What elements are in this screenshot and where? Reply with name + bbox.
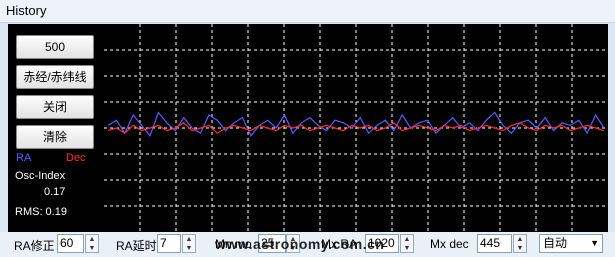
title-bar: History xyxy=(0,0,615,23)
up-arrow-icon[interactable]: ▲ xyxy=(86,235,98,244)
legend-dec: Dec xyxy=(66,152,86,164)
up-arrow-icon[interactable]: ▲ xyxy=(514,235,526,244)
rms-value: RMS: 0.19 xyxy=(15,206,67,218)
osc-index-value: 0.17 xyxy=(44,186,66,198)
graph-panel: 500 赤经/赤纬线 关闭 清除 RA Dec Osc-Index 0.17 R… xyxy=(8,24,608,232)
mx-dec-label: Mx dec xyxy=(430,237,469,251)
clear-button[interactable]: 清除 xyxy=(16,125,94,149)
legend-ra: RA xyxy=(16,152,32,164)
down-arrow-icon[interactable]: ▼ xyxy=(86,244,98,253)
down-arrow-icon[interactable]: ▼ xyxy=(401,244,413,253)
osc-index-label: Osc-Index xyxy=(15,170,66,182)
ra-dec-lines-button[interactable]: 赤经/赤纬线 xyxy=(16,65,94,89)
down-arrow-icon[interactable]: ▼ xyxy=(183,244,195,253)
mx-ra-spinner[interactable]: ▲ ▼ xyxy=(400,234,414,253)
mode-select-value: 自动 xyxy=(543,236,568,250)
ra-delay-input[interactable]: 7 xyxy=(157,234,181,253)
mx-dec-spinner[interactable]: ▲ ▼ xyxy=(513,234,527,253)
watermark-text: www.astronomy.com.cn xyxy=(215,236,385,252)
down-arrow-icon[interactable]: ▼ xyxy=(514,244,526,253)
duration-500-button[interactable]: 500 xyxy=(16,35,94,59)
close-button[interactable]: 关闭 xyxy=(16,95,94,119)
up-arrow-icon[interactable]: ▲ xyxy=(183,235,195,244)
chevron-down-icon[interactable]: ▼ xyxy=(590,235,599,252)
window-title: History xyxy=(6,3,47,18)
ra-delay-label: RA延时 xyxy=(116,239,157,253)
mode-select[interactable]: 自动 ▼ xyxy=(539,234,603,253)
guiding-history-chart xyxy=(104,24,608,232)
ra-correction-spinner[interactable]: ▲ ▼ xyxy=(85,234,99,253)
ra-delay-spinner[interactable]: ▲ ▼ xyxy=(182,234,196,253)
up-arrow-icon[interactable]: ▲ xyxy=(401,235,413,244)
history-window: History 500 赤经/赤纬线 关闭 清除 RA Dec Osc-Inde… xyxy=(0,0,615,257)
ra-correction-label: RA修正 xyxy=(14,239,55,253)
mx-dec-input[interactable]: 445 xyxy=(477,234,512,253)
ra-correction-input[interactable]: 60 xyxy=(57,234,84,253)
